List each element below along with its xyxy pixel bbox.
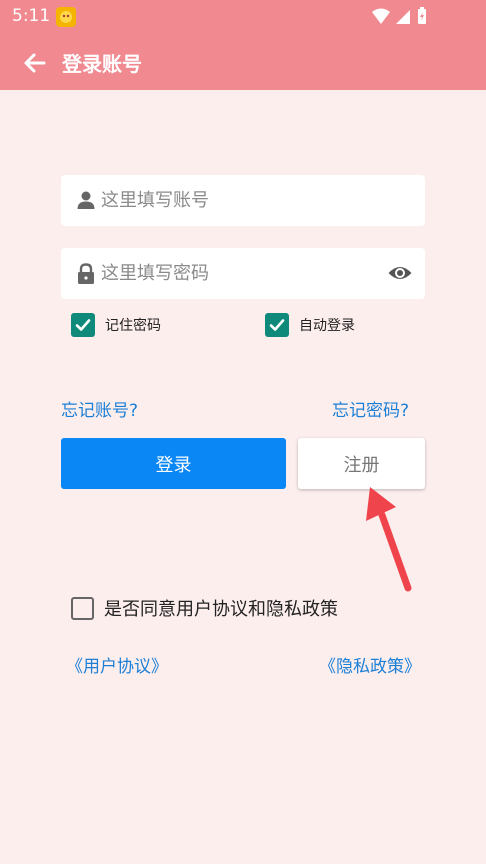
- auto-login-label: 自动登录: [299, 318, 355, 334]
- back-arrow-icon[interactable]: [22, 50, 48, 76]
- user-agreement-link[interactable]: 《用户协议》: [66, 652, 168, 677]
- page-title: 登录账号: [62, 52, 142, 76]
- account-input[interactable]: [101, 175, 371, 226]
- password-field[interactable]: [61, 248, 425, 299]
- lock-icon: [76, 263, 96, 284]
- user-icon: [76, 190, 96, 210]
- auto-login-checkbox[interactable]: 自动登录: [265, 313, 355, 337]
- agreement-label: 是否同意用户协议和隐私政策: [104, 599, 338, 620]
- password-input[interactable]: [101, 248, 371, 299]
- remember-password-checkbox[interactable]: 记住密码: [71, 313, 161, 337]
- privacy-policy-link[interactable]: 《隐私政策》: [319, 652, 421, 677]
- status-time: 5:11: [12, 6, 51, 26]
- wifi-icon: [372, 8, 390, 24]
- signal-icon: [396, 10, 410, 24]
- agreement-checkbox[interactable]: 是否同意用户协议和隐私政策: [71, 595, 338, 621]
- app-bar: 登录账号: [0, 34, 486, 90]
- checkmark-icon: [269, 319, 285, 331]
- status-icons: [370, 6, 450, 32]
- register-button[interactable]: 注册: [298, 438, 425, 489]
- status-bar: 5:11: [0, 0, 486, 34]
- battery-icon: [418, 7, 426, 24]
- checkbox-checked[interactable]: [265, 313, 289, 337]
- checkmark-icon: [75, 319, 91, 331]
- remember-password-label: 记住密码: [105, 318, 161, 334]
- forgot-account-link[interactable]: 忘记账号?: [61, 396, 138, 421]
- app-notification-icon: [56, 7, 76, 27]
- eye-icon[interactable]: [387, 262, 413, 284]
- checkbox-checked[interactable]: [71, 313, 95, 337]
- annotation-arrow-icon: [366, 487, 412, 592]
- account-field[interactable]: [61, 175, 425, 226]
- forgot-password-link[interactable]: 忘记密码?: [332, 396, 409, 421]
- login-button[interactable]: 登录: [61, 438, 286, 489]
- checkbox-unchecked[interactable]: [71, 596, 94, 620]
